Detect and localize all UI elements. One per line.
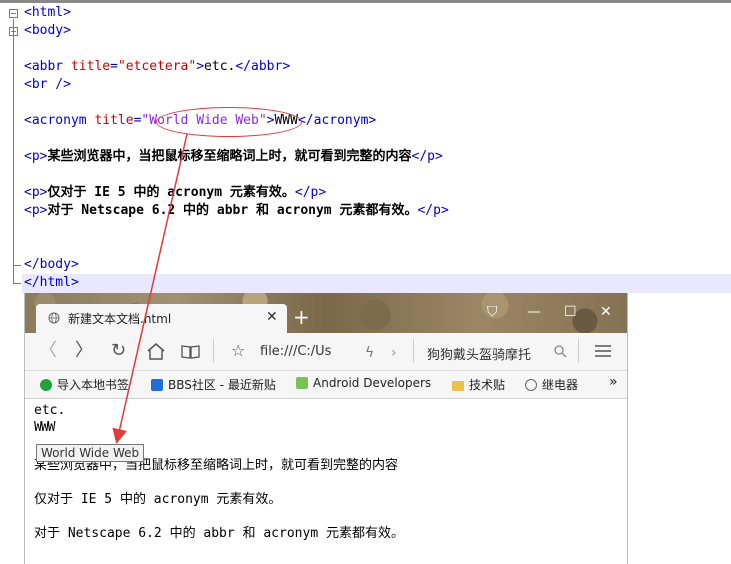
p-close-tag: </p> — [417, 203, 449, 218]
code-line[interactable]: <body> — [24, 22, 71, 40]
code-line[interactable]: <p>仅对于 IE 5 中的 acronym 元素有效。</p> — [24, 184, 326, 202]
acronym-end-tag: </acronym> — [297, 113, 377, 128]
bookmark-bbs[interactable]: BBS社区 - 最近新贴 — [151, 376, 276, 393]
shirt-skin-icon[interactable]: ⛉ — [487, 304, 498, 320]
bookmark-label: Android Developers — [313, 376, 432, 390]
chevron-right-icon[interactable]: › — [391, 343, 397, 363]
acronym-www[interactable]: WWW — [34, 420, 56, 435]
code-line[interactable]: <html> — [24, 4, 71, 22]
more-bookmarks-icon[interactable]: » — [609, 374, 618, 390]
p-text: 某些浏览器中，当把鼠标移至缩略词上时，就可看到完整的内容 — [47, 149, 412, 164]
new-tab-button[interactable]: + — [293, 307, 310, 327]
search-icon[interactable] — [554, 345, 567, 358]
br-tag: <br /> — [24, 77, 71, 92]
p-open-tag: <p> — [24, 203, 48, 218]
code-line[interactable]: <abbr title="etcetera">etc.</abbr> — [24, 58, 290, 76]
p-open-tag: <p> — [24, 149, 48, 164]
import-icon — [40, 379, 52, 391]
html-open-tag: <html> — [24, 5, 71, 20]
close-window-icon[interactable]: ✕ — [600, 304, 612, 320]
attr-name: title — [94, 113, 134, 128]
fold-toggle-icon[interactable] — [9, 9, 18, 18]
fold-margin — [0, 3, 22, 295]
p-close-tag: </p> — [294, 185, 327, 200]
url-input[interactable]: file:///C:/Us — [260, 344, 331, 359]
paragraph-3: 对于 Netscape 6.2 中的 abbr 和 acronym 元素都有效。 — [34, 526, 404, 541]
bookmark-android[interactable]: Android Developers — [296, 376, 431, 390]
bookmark-label: BBS社区 - 最近新贴 — [168, 378, 276, 392]
nav-divider — [578, 339, 579, 363]
p-text: 对于 Netscape 6.2 中的 abbr 和 acronym 元素都有效。 — [47, 203, 418, 218]
paragraph-2: 仅对于 IE 5 中的 acronym 元素有效。 — [34, 492, 282, 507]
bookmark-label: 继电器 — [542, 378, 579, 392]
tooltip: World Wide Web — [36, 444, 145, 462]
bookmark-label: 导入本地书签 — [57, 378, 130, 392]
bookmark-label: 技术贴 — [469, 378, 506, 392]
attr-name: title — [70, 59, 111, 74]
code-editor[interactable]: <html> <body> <abbr title="etcetera">etc… — [0, 0, 731, 295]
bookmark-tech-posts[interactable]: 技术贴 — [452, 376, 505, 393]
maximize-icon[interactable]: ☐ — [564, 304, 577, 320]
body-open-tag: <body> — [24, 23, 71, 38]
browser-tab[interactable]: 新建文本文档.html ✕ — [36, 304, 287, 333]
navigation-bar: 〈 〉 ↻ ☆ file:///C:/Us ϟ › 狗狗戴头盔骑摩托 — [25, 333, 627, 371]
bookmark-relay[interactable]: 继电器 — [525, 376, 578, 393]
globe-icon — [525, 379, 537, 391]
page-content: etc. WWW 某些浏览器中，当把鼠标移至缩略词上时，就可看到完整的内容 仅对… — [25, 399, 627, 564]
nav-divider — [213, 339, 214, 363]
abbr-text: etc. — [204, 59, 236, 74]
annotation-ellipse — [156, 107, 302, 137]
body-close-tag: </body> — [24, 257, 79, 272]
p-close-tag: </p> — [411, 149, 443, 164]
code-line[interactable]: </html> — [24, 274, 79, 292]
browser-window: 新建文本文档.html ✕ + ⛉ — ☐ ✕ 〈 〉 ↻ ☆ file:///… — [24, 293, 628, 564]
acronym-tag: <acronym — [24, 113, 87, 128]
abbr-etc: etc. — [34, 403, 66, 418]
code-line[interactable]: <p>某些浏览器中，当把鼠标移至缩略词上时，就可看到完整的内容</p> — [24, 148, 443, 166]
forward-icon[interactable]: 〉 — [75, 341, 93, 361]
fold-guide-line — [13, 19, 14, 283]
fold-end-mark — [13, 283, 21, 284]
bbs-icon — [151, 379, 163, 391]
code-line[interactable]: </body> — [24, 256, 79, 274]
search-input[interactable]: 狗狗戴头盔骑摩托 — [427, 344, 531, 363]
bookmarks-bar: 导入本地书签 BBS社区 - 最近新贴 Android Developers 技… — [25, 371, 627, 399]
minimize-icon[interactable]: — — [527, 304, 541, 320]
code-line[interactable]: <p>对于 Netscape 6.2 中的 abbr 和 acronym 元素都… — [24, 202, 449, 220]
reading-view-icon[interactable] — [181, 344, 200, 359]
reload-icon[interactable]: ↻ — [111, 341, 126, 361]
home-icon[interactable] — [147, 343, 165, 360]
star-icon[interactable]: ☆ — [231, 341, 245, 361]
attr-value: "etcetera" — [117, 59, 197, 74]
bookmark-import[interactable]: 导入本地书签 — [40, 376, 129, 393]
tag-close: > — [196, 59, 205, 74]
tab-close-icon[interactable]: ✕ — [266, 309, 278, 325]
abbr-tag: <abbr — [24, 59, 64, 74]
html-close-tag: </html> — [24, 275, 79, 290]
nav-divider — [413, 339, 414, 363]
android-icon — [296, 377, 308, 389]
globe-icon — [48, 312, 60, 324]
code-line[interactable]: <br /> — [24, 76, 71, 94]
fold-end-mark — [13, 265, 21, 266]
tab-title: 新建文本文档.html — [68, 312, 172, 326]
current-line-highlight — [22, 274, 731, 293]
attr-eq: = — [110, 59, 118, 74]
p-open-tag: <p> — [24, 185, 48, 200]
back-icon[interactable]: 〈 — [39, 341, 57, 361]
browser-titlebar[interactable]: 新建文本文档.html ✕ + ⛉ — ☐ ✕ — [25, 293, 627, 333]
p-text: 仅对于 IE 5 中的 acronym 元素有效。 — [47, 185, 295, 200]
menu-icon[interactable] — [595, 344, 611, 358]
lightning-icon[interactable]: ϟ — [365, 343, 374, 363]
folder-icon — [452, 381, 464, 391]
abbr-end-tag: </abbr> — [235, 59, 291, 74]
